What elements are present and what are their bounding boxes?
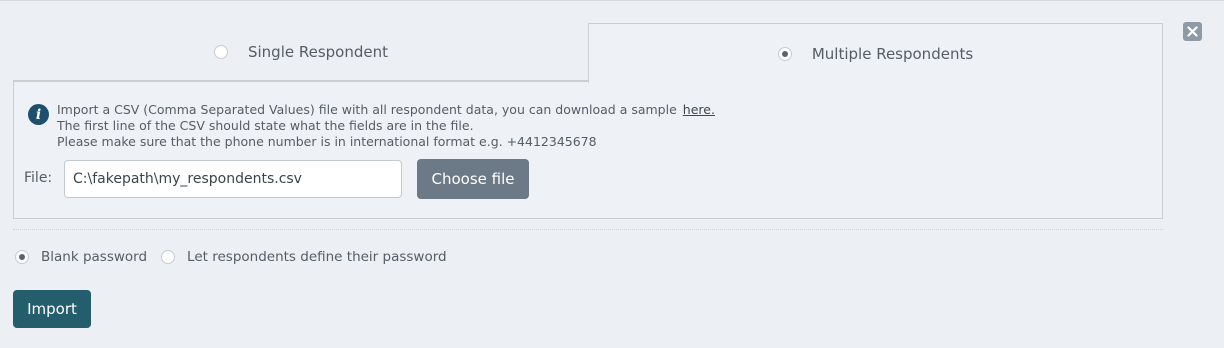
- divider: [13, 229, 1163, 230]
- instruction-line-2: The first line of the CSV should state w…: [57, 118, 474, 133]
- multiple-respondents-content: i Import a CSV (Comma Separated Values) …: [13, 81, 1163, 219]
- sample-download-link[interactable]: here.: [683, 102, 715, 117]
- close-button[interactable]: [1183, 22, 1202, 41]
- tab-multiple-respondents[interactable]: Multiple Respondents: [588, 23, 1163, 83]
- close-icon: [1187, 26, 1198, 37]
- file-path-input[interactable]: C:\fakepath\my_respondents.csv: [64, 160, 402, 198]
- single-respondent-radio[interactable]: [213, 44, 228, 59]
- define-password-label: Let respondents define their password: [187, 249, 447, 265]
- multiple-respondents-radio[interactable]: [777, 46, 792, 61]
- define-password-radio[interactable]: [161, 250, 176, 264]
- import-respondents-panel: Single Respondent Multiple Respondents i…: [0, 0, 1224, 348]
- blank-password-option[interactable]: Blank password: [15, 249, 147, 265]
- tab-multiple-respondents-label: Multiple Respondents: [811, 44, 974, 63]
- blank-password-radio[interactable]: [15, 250, 29, 264]
- csv-instructions: Import a CSV (Comma Separated Values) fi…: [57, 102, 715, 150]
- import-button[interactable]: Import: [13, 290, 91, 328]
- password-options: Blank password Let respondents define th…: [15, 249, 447, 265]
- tab-single-respondent[interactable]: Single Respondent: [13, 23, 589, 81]
- blank-password-label: Blank password: [41, 249, 148, 265]
- instruction-line-1: Import a CSV (Comma Separated Values) fi…: [57, 102, 715, 118]
- instruction-line-3: Please make sure that the phone number i…: [57, 134, 597, 149]
- instruction-line-1-text: Import a CSV (Comma Separated Values) fi…: [57, 102, 677, 117]
- info-icon: i: [28, 104, 49, 125]
- file-label: File:: [24, 170, 53, 186]
- tab-single-respondent-label: Single Respondent: [247, 42, 389, 61]
- define-password-option[interactable]: Let respondents define their password: [161, 249, 447, 265]
- choose-file-button[interactable]: Choose file: [417, 159, 529, 199]
- tab-divider: [13, 81, 589, 82]
